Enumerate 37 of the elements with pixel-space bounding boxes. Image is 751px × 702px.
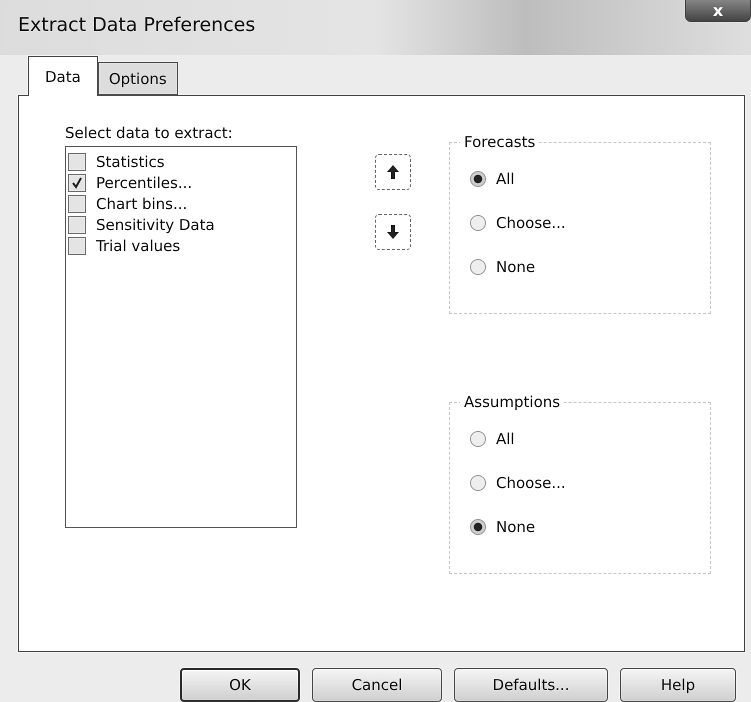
- radio-button[interactable]: [470, 431, 486, 447]
- checkbox[interactable]: [68, 236, 86, 254]
- move-down-button[interactable]: [375, 214, 411, 250]
- dialog-button[interactable]: OK: [180, 668, 300, 702]
- radio-label[interactable]: Choose...: [496, 474, 566, 492]
- radio-label[interactable]: All: [496, 430, 515, 448]
- radio-label[interactable]: Choose...: [496, 214, 566, 232]
- checkbox[interactable]: [68, 194, 86, 212]
- tab[interactable]: Data: [28, 56, 98, 96]
- dialog-button[interactable]: Help: [620, 668, 736, 702]
- dialog-button[interactable]: Cancel: [312, 668, 442, 702]
- radio-button[interactable]: [470, 475, 486, 491]
- radio-label[interactable]: All: [496, 170, 515, 188]
- dialog-button[interactable]: Defaults...: [454, 668, 608, 702]
- down-arrow-icon: [387, 225, 399, 239]
- radio-label[interactable]: None: [496, 258, 536, 276]
- checkbox[interactable]: [68, 174, 86, 192]
- checkmark-icon: [71, 176, 83, 188]
- list-item[interactable]: Chart bins...: [96, 194, 188, 212]
- radio-button[interactable]: [470, 519, 486, 535]
- checkbox[interactable]: [68, 152, 86, 170]
- up-arrow-icon: [387, 165, 399, 179]
- list-label: Select data to extract:: [65, 124, 234, 142]
- radio-button[interactable]: [470, 171, 486, 187]
- radio-button[interactable]: [470, 215, 486, 231]
- list-item[interactable]: Statistics: [96, 152, 165, 170]
- window-title: Extract Data Preferences: [18, 14, 256, 36]
- radio-label[interactable]: None: [496, 518, 536, 536]
- radio-button[interactable]: [470, 259, 486, 275]
- tab[interactable]: Options: [98, 62, 178, 95]
- group-title: Assumptions: [460, 393, 564, 411]
- list-item[interactable]: Sensitivity Data: [96, 216, 215, 234]
- close-button[interactable]: x: [685, 0, 751, 22]
- checkbox[interactable]: [68, 216, 86, 234]
- move-up-button[interactable]: [375, 154, 411, 190]
- list-item[interactable]: Percentiles...: [96, 174, 192, 192]
- list-item[interactable]: Trial values: [96, 236, 180, 254]
